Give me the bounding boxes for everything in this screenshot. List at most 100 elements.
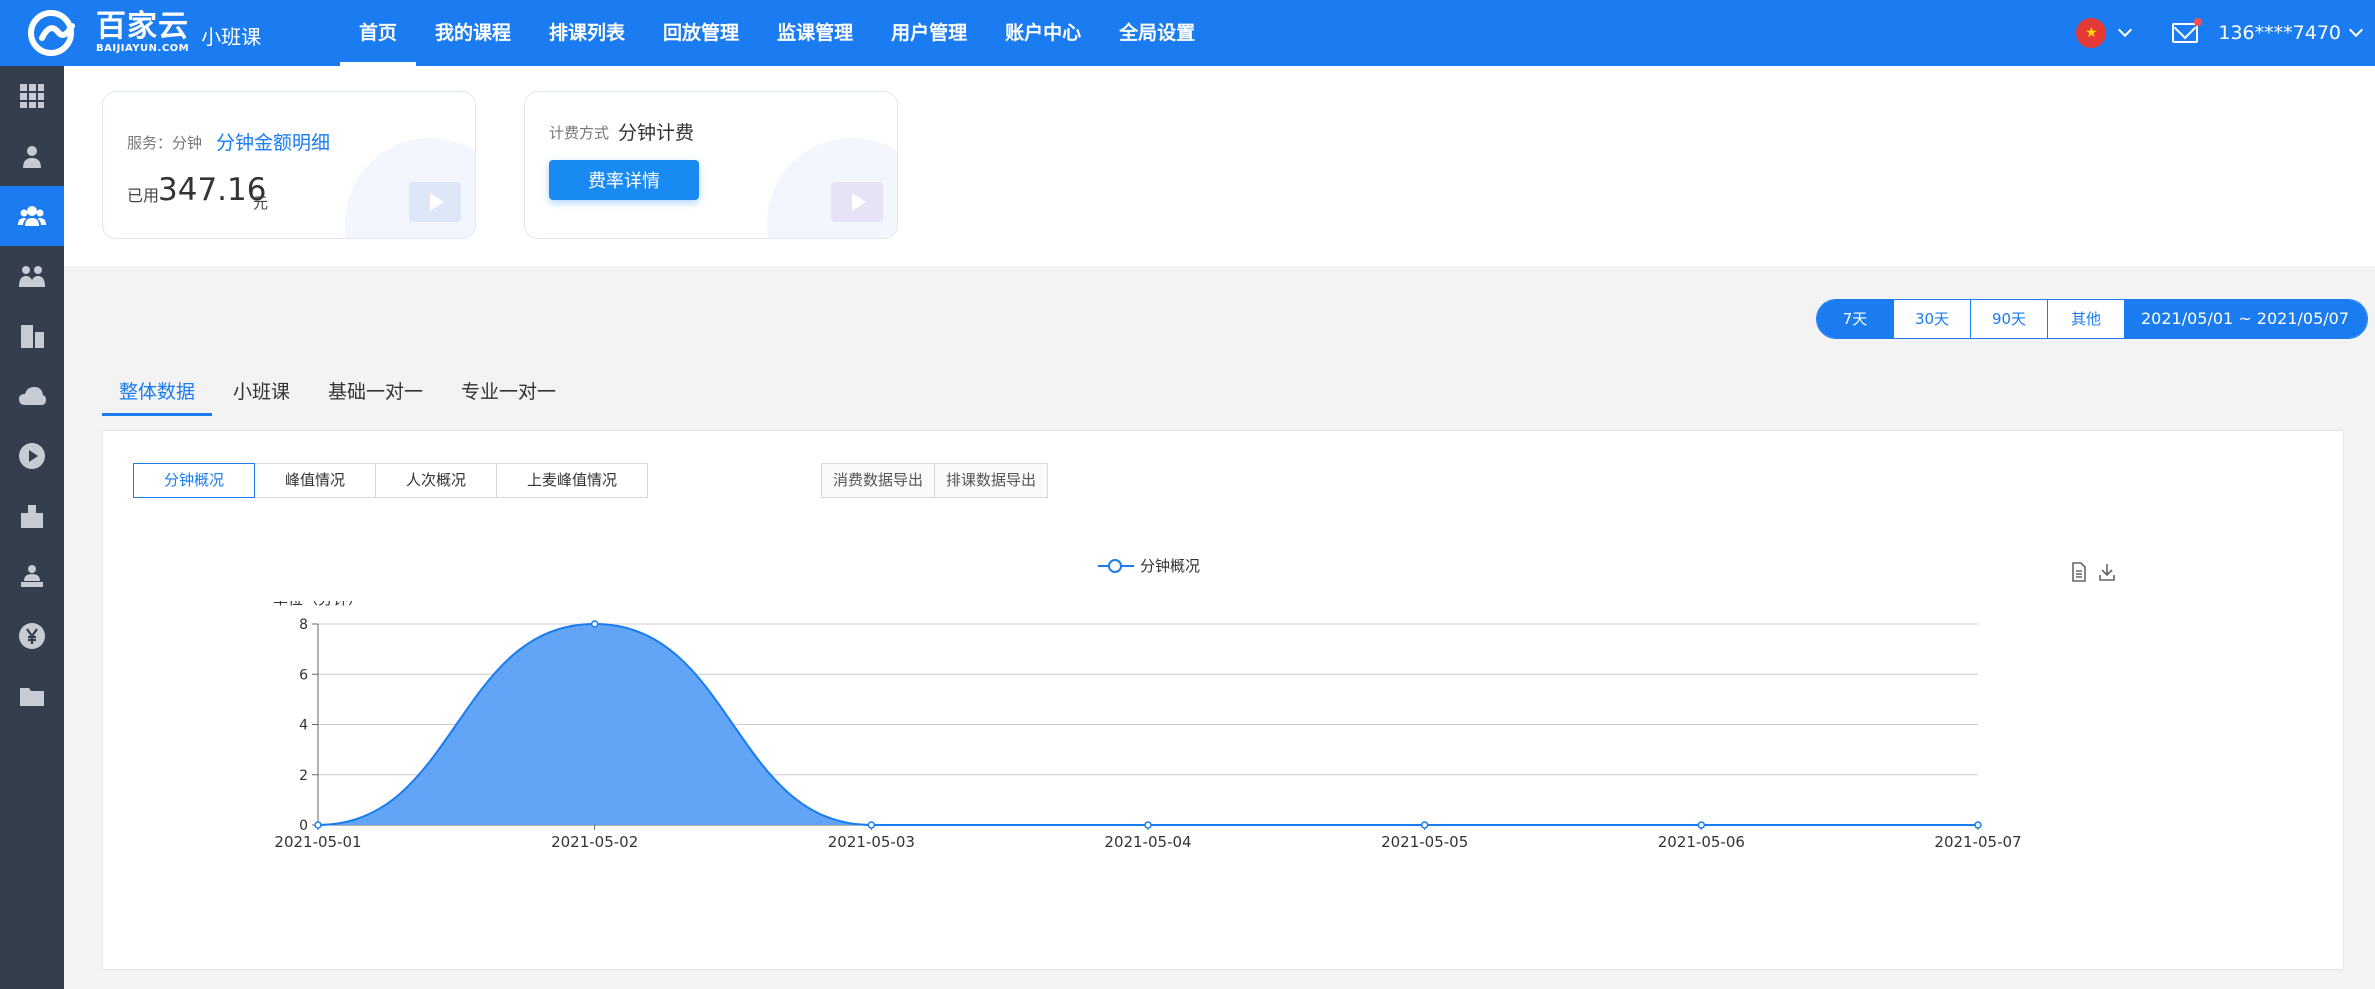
sidebar-item-users-group[interactable]	[0, 186, 64, 246]
user-chevron-down-icon[interactable]	[2348, 22, 2364, 38]
sidebar-item-yen[interactable]	[0, 606, 64, 666]
sidebar-item-user[interactable]	[0, 126, 64, 186]
y-tick-label: 2	[299, 768, 308, 784]
export-consumption-button[interactable]: 消费数据导出	[822, 464, 936, 497]
x-tick-label: 2021-05-02	[551, 833, 638, 851]
institution-icon	[21, 505, 43, 528]
teacher-icon	[21, 565, 43, 587]
legend-line-marker-icon	[1098, 558, 1134, 574]
minutes-area-chart: 单位（分钟） 0 2 4 6 8 2021-05-01 2021-05-02 2021-05-0…	[273, 601, 2022, 851]
brand-domain: BAIJIAYUN.COM	[96, 43, 190, 54]
users-group-icon	[18, 206, 46, 226]
brand-logo[interactable]: 百家云 BAIJIAYUN.COM 小班课	[28, 10, 261, 56]
stats-segmented-control: 分钟概况 峰值情况 人次概况 上麦峰值情况	[133, 463, 648, 498]
x-tick-label: 2021-05-03	[828, 833, 915, 851]
rate-details-button[interactable]: 费率详情	[549, 160, 699, 200]
x-tick-label: 2021-05-05	[1381, 833, 1468, 851]
date-range-selector: 7天 30天 90天 其他 2021/05/01 ~ 2021/05/07	[1816, 299, 2369, 339]
folder-icon	[20, 688, 44, 706]
tab[interactable]: 小班课	[216, 376, 307, 420]
data-point	[867, 821, 876, 829]
sidebar-item-folder[interactable]	[0, 666, 64, 726]
segment-button[interactable]: 峰值情况	[255, 464, 376, 497]
service-card: 服务：分钟 分钟金额明细 已用 347.16 元	[102, 91, 476, 239]
used-amount: 347.16	[158, 172, 267, 208]
sidebar-item-class[interactable]	[0, 246, 64, 306]
legend-label: 分钟概况	[1140, 557, 1201, 575]
billing-card: 计费方式 分钟计费 费率详情	[524, 91, 898, 239]
x-tick-label: 2021-05-04	[1104, 833, 1191, 851]
date-range-option[interactable]: 7天	[1817, 300, 1894, 338]
nav-item[interactable]: 监课管理	[758, 0, 872, 66]
amount-unit: 元	[253, 194, 269, 212]
data-view-icon[interactable]	[2069, 561, 2089, 583]
main-nav: 首页 我的课程 排课列表 回放管理 监课管理 用户管理 账户中心 全局设置	[340, 0, 1214, 66]
download-icon[interactable]	[2097, 561, 2117, 583]
billing-method-label: 计费方式	[549, 124, 610, 142]
sidebar-item-play[interactable]	[0, 426, 64, 486]
y-tick-label: 6	[299, 667, 308, 683]
brand-name: 百家云	[96, 9, 189, 44]
mail-icon[interactable]	[2172, 18, 2203, 43]
segment-button[interactable]: 分钟概况	[133, 463, 255, 498]
export-buttons: 消费数据导出 排课数据导出	[821, 463, 1049, 498]
sidebar-item-cloud[interactable]	[0, 366, 64, 426]
segment-button[interactable]: 人次概况	[376, 464, 497, 497]
tab[interactable]: 基础一对一	[311, 376, 440, 420]
y-tick-label: 4	[299, 718, 308, 734]
minute-amount-detail-link[interactable]: 分钟金额明细	[216, 128, 330, 155]
data-point	[1974, 821, 1982, 829]
data-point	[1144, 821, 1152, 829]
x-tick-label: 2021-05-07	[1934, 833, 2021, 851]
logo-icon	[28, 10, 75, 56]
nav-item[interactable]: 首页	[340, 0, 417, 66]
nav-item[interactable]: 我的课程	[416, 0, 530, 66]
nav-item[interactable]: 全局设置	[1100, 0, 1214, 66]
summary-section: 服务：分钟 分钟金额明细 已用 347.16 元 计费方式 分钟计费 费率详情	[64, 66, 2375, 266]
y-tick-label: 0	[299, 818, 308, 834]
play-icon	[19, 443, 45, 469]
product-name: 小班课	[201, 24, 262, 49]
date-range-value[interactable]: 2021/05/01 ~ 2021/05/07	[2125, 300, 2368, 338]
date-range-option[interactable]: 其他	[2048, 300, 2125, 338]
video-play-icon	[409, 182, 461, 222]
nav-item[interactable]: 账户中心	[986, 0, 1100, 66]
cloud-icon	[19, 387, 46, 405]
billing-method-value: 分钟计费	[618, 122, 695, 144]
data-point	[1697, 821, 1706, 829]
service-label: 服务：分钟	[127, 134, 203, 152]
sidebar-item-institution[interactable]	[0, 486, 64, 546]
top-navbar: 百家云 BAIJIAYUN.COM 小班课 首页 我的课程 排课列表 回放管理 监课管理…	[0, 0, 2375, 66]
y-axis-label: 单位（分钟）	[273, 601, 363, 608]
date-range-option[interactable]: 30天	[1894, 300, 1971, 338]
data-point	[314, 821, 322, 829]
language-chevron-down-icon[interactable]	[2118, 22, 2133, 38]
nav-item[interactable]: 排课列表	[530, 0, 644, 66]
nav-item[interactable]: 用户管理	[872, 0, 986, 66]
segment-button[interactable]: 上麦峰值情况	[497, 464, 647, 497]
notification-dot	[2194, 18, 2203, 26]
sidebar-item-teacher[interactable]	[0, 546, 64, 606]
chart-legend[interactable]: 分钟概况	[1098, 555, 1200, 576]
y-tick-label: 8	[299, 617, 308, 633]
x-tick-label: 2021-05-06	[1658, 833, 1745, 851]
grid-icon	[20, 84, 44, 108]
export-schedule-button[interactable]: 排课数据导出	[935, 464, 1048, 497]
data-point	[590, 620, 599, 628]
used-label: 已用	[127, 186, 160, 205]
building-icon	[21, 325, 44, 348]
data-tabs: 整体数据 小班课 基础一对一 专业一对一	[102, 376, 577, 420]
tab[interactable]: 专业一对一	[444, 376, 573, 420]
video-play-icon	[831, 182, 883, 222]
nav-item[interactable]: 回放管理	[644, 0, 758, 66]
sidebar-item-building[interactable]	[0, 306, 64, 366]
sidebar-item-grid[interactable]	[0, 66, 64, 126]
language-flag-icon[interactable]: ★	[2076, 18, 2107, 48]
stats-panel: 分钟概况峰值情况人次概况上麦峰值情况 消费数据导出排课数据导出 分钟概况 单位（…	[102, 430, 2344, 970]
date-range-option[interactable]: 90天	[1971, 300, 2048, 338]
top-right-tools: ★ 136****7470	[2076, 0, 2364, 66]
user-account[interactable]: 136****7470	[2218, 22, 2341, 44]
yen-icon	[19, 623, 45, 649]
sidebar	[0, 66, 64, 989]
tab[interactable]: 整体数据	[102, 376, 213, 420]
